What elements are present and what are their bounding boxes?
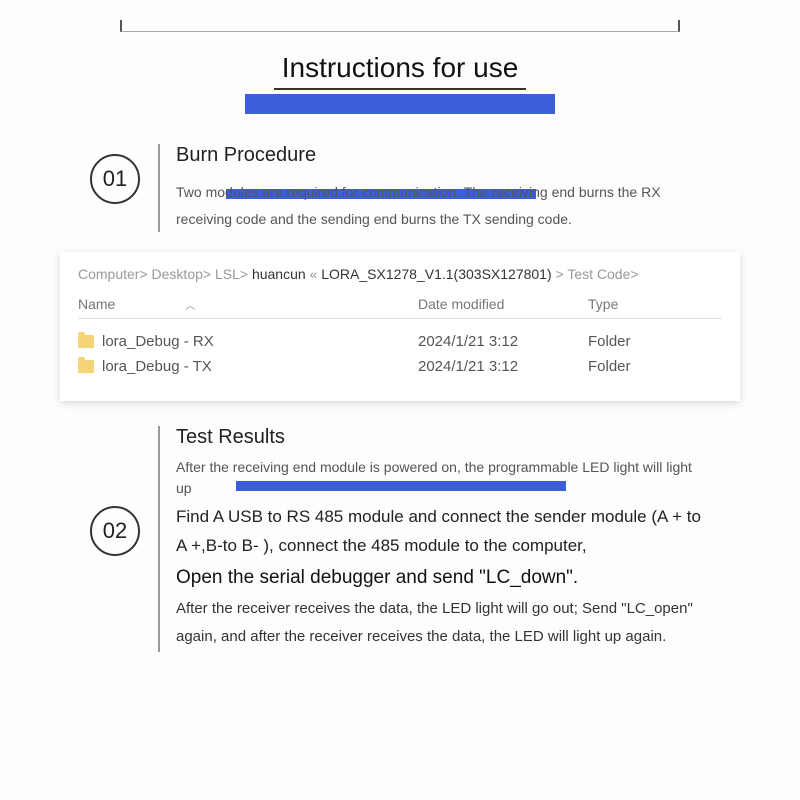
page-title-block: Instructions for use [40, 52, 760, 114]
breadcrumb[interactable]: Computer> Desktop> LSL> huancun « LORA_S… [78, 266, 722, 282]
table-row[interactable]: lora_Debug - RX 2024/1/21 3:12 Folder [78, 329, 722, 354]
file-explorer-panel: Computer> Desktop> LSL> huancun « LORA_S… [60, 252, 740, 401]
step-1-desc-text: Two modules are required for communicati… [176, 184, 661, 227]
step-2-p2: Find A USB to RS 485 module and connect … [176, 503, 710, 561]
column-name-label: Name [78, 296, 115, 312]
page-title: Instructions for use [274, 52, 527, 90]
breadcrumb-active-1: huancun [252, 266, 306, 282]
breadcrumb-active-2: LORA_SX1278_V1.1(303SX127801) [321, 266, 551, 282]
step-2-title: Test Results [176, 426, 710, 449]
step-2-p3: Open the serial debugger and send "LC_do… [176, 567, 710, 589]
step-1-desc: Two modules are required for communicati… [176, 179, 710, 232]
breadcrumb-sep: « [310, 266, 322, 282]
file-name: lora_Debug - TX [102, 358, 212, 375]
step-1-title: Burn Procedure [176, 144, 710, 167]
file-type: Folder [588, 358, 722, 375]
breadcrumb-path: Computer> Desktop> LSL> [78, 266, 252, 282]
file-type: Folder [588, 333, 722, 350]
folder-icon [78, 360, 94, 373]
highlight-marker [236, 481, 566, 491]
column-date[interactable]: Date modified [418, 296, 588, 312]
table-row[interactable]: lora_Debug - TX 2024/1/21 3:12 Folder [78, 354, 722, 379]
column-name[interactable]: Name ︿ [78, 296, 418, 312]
column-headers: Name ︿ Date modified Type [78, 296, 722, 319]
step-1: 01 Burn Procedure Two modules are requir… [40, 144, 760, 232]
column-type[interactable]: Type [588, 296, 722, 312]
sort-caret-icon: ︿ [185, 297, 195, 312]
decorative-top-rule [120, 20, 680, 32]
file-date: 2024/1/21 3:12 [418, 358, 588, 375]
file-date: 2024/1/21 3:12 [418, 333, 588, 350]
step-2-p4: After the receiver receives the data, th… [176, 595, 710, 652]
highlight-bar [245, 94, 555, 114]
folder-icon [78, 335, 94, 348]
step-number-01: 01 [90, 154, 140, 204]
step-number-02: 02 [90, 506, 140, 556]
step-2: 02 Test Results After the receiving end … [40, 426, 760, 652]
file-name: lora_Debug - RX [102, 333, 214, 350]
breadcrumb-tail: > Test Code> [556, 266, 639, 282]
step-2-p1: After the receiving end module is powere… [176, 457, 710, 499]
